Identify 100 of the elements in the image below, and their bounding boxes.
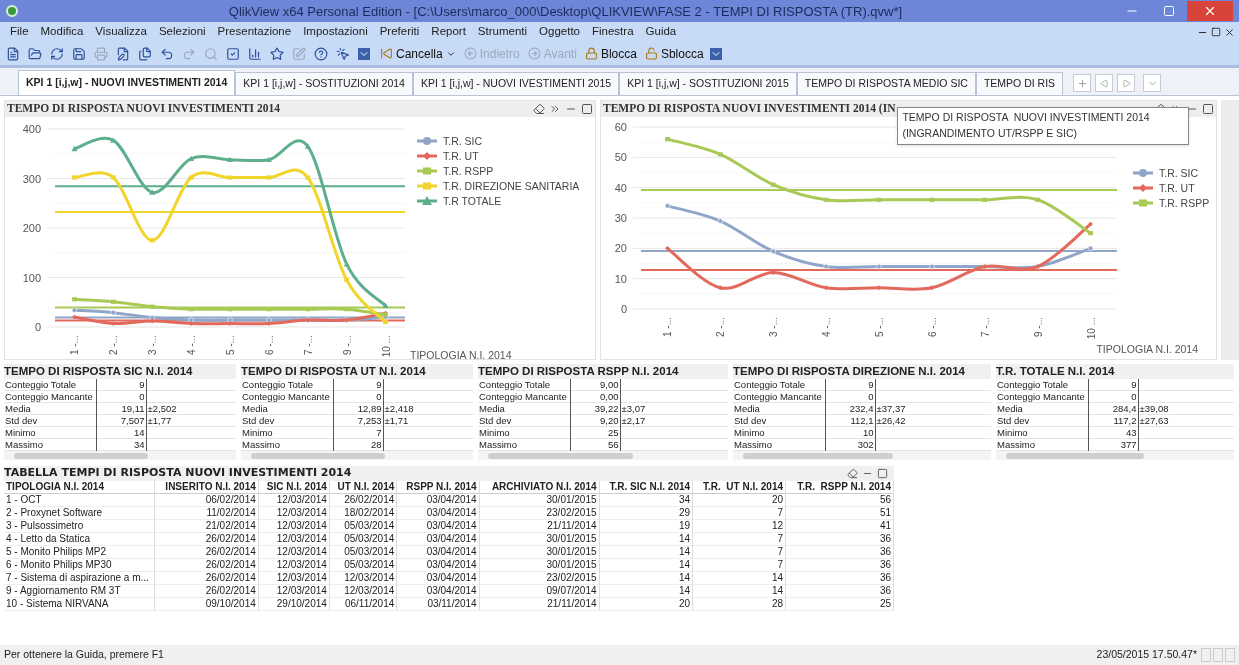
point	[876, 285, 882, 291]
table-cell: 12/03/2014	[258, 584, 330, 598]
point	[265, 156, 272, 163]
table-cell: Conteggio Totale	[478, 379, 570, 391]
table-cell: 7,253	[333, 414, 383, 427]
table-cell: 56	[785, 493, 894, 507]
axis-tick-label: 10 ...	[1085, 317, 1097, 340]
point	[149, 238, 155, 243]
sheet-tab[interactable]: KPI 1 [i,j,w] - SOSTITUZIONI 2015	[619, 72, 797, 95]
table-cell: 377	[1088, 438, 1138, 451]
column-header[interactable]: TIPOLOGIA N.I. 2014	[4, 481, 154, 494]
statistics-title: TEMPO DI RISPOSTA RSPP N.I. 2014	[478, 364, 728, 379]
table-cell: 09/10/2014	[154, 597, 259, 611]
table-cell: 34	[599, 493, 693, 507]
menu-item[interactable]: Strumenti	[471, 23, 534, 41]
table-cell: Std dev	[478, 414, 570, 427]
column-header[interactable]: T.R. UT N.I. 2014	[692, 481, 786, 494]
legend-label[interactable]: T.R. SIC	[443, 135, 483, 147]
table-cell: 26/02/2014	[154, 558, 259, 572]
menu-item[interactable]: Oggetto	[533, 23, 586, 41]
axis-tick-label: 50	[614, 151, 627, 164]
menu-item[interactable]: Presentazione	[211, 23, 298, 41]
toolbar-button[interactable]: Sblocca	[640, 44, 708, 63]
menu-item[interactable]: Report	[425, 23, 472, 41]
legend-label[interactable]: T.R. DIREZIONE SANITARIA	[443, 180, 580, 192]
table-cell: Media	[733, 402, 825, 415]
menu-item[interactable]: File	[4, 23, 35, 41]
table-cell: ±39,08	[1139, 403, 1169, 414]
table-cell: 232,4	[825, 402, 875, 415]
table-cell: 14	[599, 571, 693, 585]
table-cell: 29	[599, 506, 693, 520]
column-header[interactable]: SIC N.I. 2014	[258, 481, 330, 494]
axis-tick-label: 3 -...	[768, 317, 780, 337]
point	[665, 245, 670, 251]
table-cell: 14	[692, 571, 786, 585]
column-header[interactable]: INSERITO N.I. 2014	[154, 481, 259, 494]
table-cell: 03/04/2014	[396, 506, 480, 520]
sheet-tab[interactable]: TEMPO DI RIS	[975, 72, 1064, 95]
table-cell: 19,11	[96, 402, 146, 415]
column-header[interactable]: T.R. RSPP N.I. 2014	[785, 481, 894, 494]
table-cell: Std dev	[996, 414, 1088, 427]
column-header[interactable]: RSPP N.I. 2014	[396, 481, 480, 494]
table-cell: 9,20	[570, 414, 620, 427]
statistics-title: TEMPO DI RISPOSTA UT N.I. 2014	[241, 364, 473, 379]
menu-item[interactable]: Visualizza	[89, 23, 153, 41]
menu-item[interactable]: Selezioni	[152, 23, 212, 41]
table-cell: ±3,07	[621, 403, 646, 414]
table-cell: Massimo	[478, 438, 570, 451]
table-cell: 41	[785, 519, 894, 533]
column-header[interactable]: UT N.I. 2014	[329, 481, 397, 494]
legend-label[interactable]: T.R. RSPP	[1159, 197, 1210, 209]
menu-item[interactable]: Impostazioni	[297, 23, 374, 41]
table-cell: Minimo	[4, 426, 96, 439]
legend-label[interactable]: T.R. UT	[443, 150, 479, 162]
table-cell: Minimo	[241, 426, 333, 439]
point	[72, 297, 77, 302]
axis-tick-label: 200	[22, 222, 41, 234]
axis-tick-label: 9 -...	[341, 335, 353, 355]
table-cell: Massimo	[996, 438, 1088, 451]
legend-label[interactable]: T.R. UT	[1159, 182, 1195, 194]
column-header[interactable]: T.R. SIC N.I. 2014	[599, 481, 693, 494]
legend-label[interactable]: T.R. RSPP	[443, 165, 494, 177]
sheet-tab[interactable]: KPI 1 [i,j,w] - NUOVI IVESTIMENTI 2015	[412, 72, 620, 95]
menu-item[interactable]: Preferiti	[373, 23, 426, 41]
menu-item[interactable]: Modifica	[34, 23, 90, 41]
point	[71, 145, 78, 152]
table-cell: 05/03/2014	[329, 532, 397, 546]
table-cell: Massimo	[4, 438, 96, 451]
table-cell: 5 - Monito Philips MP2	[4, 545, 154, 559]
column-header[interactable]: ARCHIVIATO N.I. 2014	[479, 481, 600, 494]
table-cell: 7	[692, 558, 786, 572]
table-cell: Media	[4, 402, 96, 415]
axis-title: TIPOLOGIA N.I. 2014	[1096, 343, 1198, 355]
toolbar-button[interactable]: Blocca	[580, 44, 641, 63]
table-cell: 06/11/2014	[329, 597, 397, 611]
table-cell: 12	[692, 519, 786, 533]
sheet-tab[interactable]: TEMPO DI RISPOSTA MEDIO SIC	[796, 72, 976, 95]
point	[344, 277, 350, 283]
table-cell: Std dev	[4, 414, 96, 427]
sheet-tab[interactable]: KPI 1 [i,j,w] - SOSTITUZIONI 2014	[235, 72, 413, 95]
table-cell: Media	[478, 402, 570, 415]
menu-item[interactable]: Finestra	[586, 23, 640, 41]
table-cell: 26/02/2014	[154, 584, 259, 598]
table-cell: 36	[785, 571, 894, 585]
table-cell: 12/03/2014	[258, 493, 330, 507]
sheet-tab[interactable]: KPI 1 [i,j,w] - NUOVI INVESTIMENTI 2014	[18, 70, 236, 95]
table-cell: 7	[692, 545, 786, 559]
table-cell: Conteggio Mancante	[478, 390, 570, 403]
table-cell: Massimo	[241, 438, 333, 451]
point	[304, 143, 311, 149]
table-cell: 26/02/2014	[154, 532, 259, 546]
table-cell: 56	[570, 438, 620, 451]
legend-label[interactable]: T.R. SIC	[1159, 167, 1199, 179]
table-cell: ±1,77	[147, 415, 172, 426]
table-cell: 34	[96, 438, 146, 451]
table-cell: 14	[599, 532, 693, 546]
table-cell: ±37,37	[876, 403, 906, 414]
menu-item[interactable]: Guida	[639, 23, 683, 41]
toolbar-button[interactable]: Cancella	[376, 44, 460, 63]
legend-label[interactable]: T.R TOTALE	[443, 195, 502, 207]
